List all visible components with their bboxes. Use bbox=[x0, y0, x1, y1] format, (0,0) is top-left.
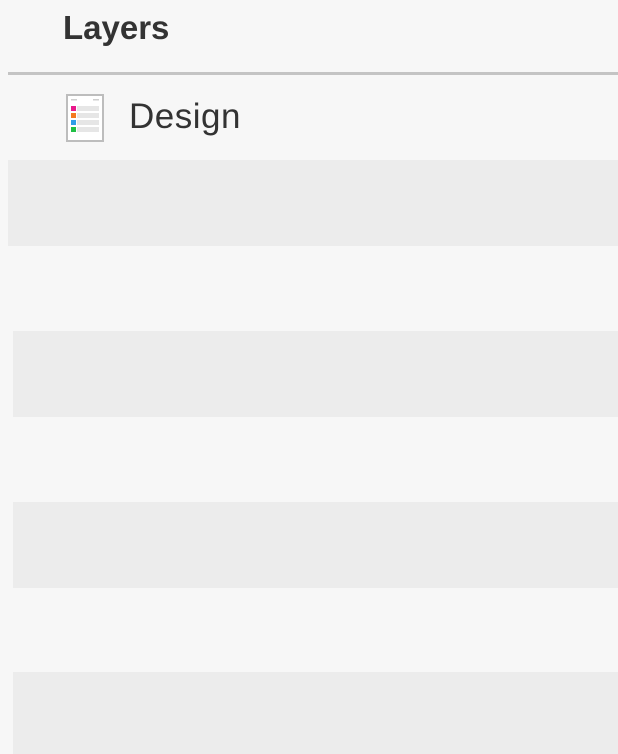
layer-label: Design bbox=[129, 97, 241, 136]
list-row-empty bbox=[13, 588, 618, 672]
layers-panel: Layers Design bbox=[0, 0, 618, 754]
layer-item-design[interactable]: Design bbox=[0, 75, 618, 160]
panel-title: Layers bbox=[63, 9, 170, 46]
panel-header: Layers bbox=[0, 0, 618, 75]
list-row-empty bbox=[8, 160, 618, 246]
list-row-empty bbox=[13, 502, 618, 588]
list-row-empty bbox=[13, 246, 618, 331]
list-row-empty bbox=[13, 331, 618, 417]
document-layer-icon bbox=[66, 94, 104, 142]
list-row-empty bbox=[13, 417, 618, 502]
list-row-empty bbox=[13, 672, 618, 754]
